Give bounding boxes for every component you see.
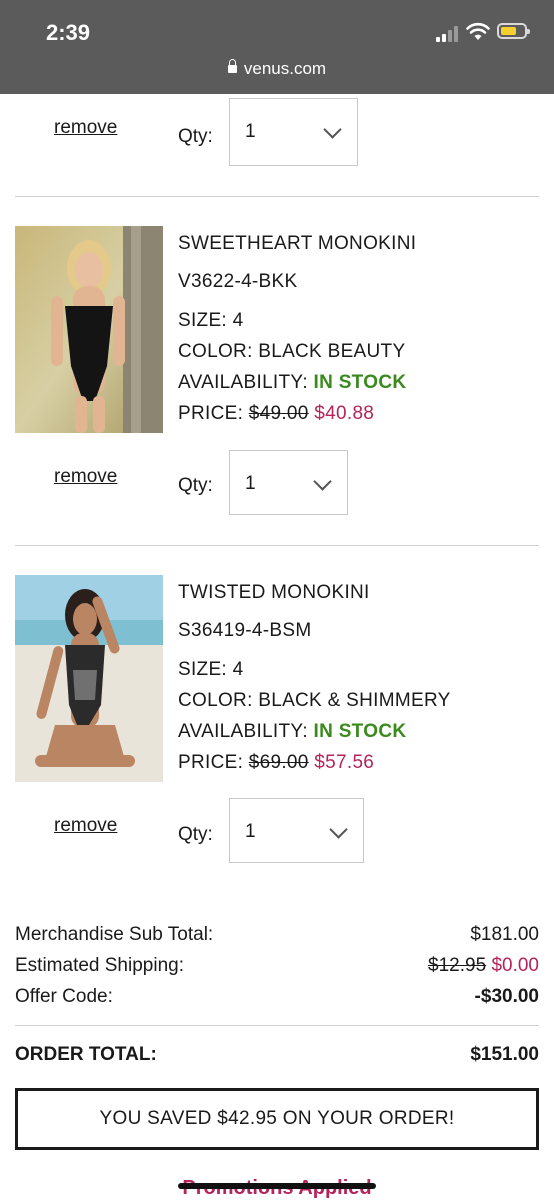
product-size: SIZE: 4	[178, 659, 244, 680]
order-total-row: ORDER TOTAL: $151.00	[15, 1044, 539, 1066]
chevron-down-icon	[329, 820, 348, 839]
product-sku: V3622-4-BKK	[178, 271, 298, 292]
lock-icon	[227, 59, 237, 73]
battery-icon	[497, 23, 530, 39]
product-size: SIZE: 4	[178, 310, 244, 331]
availability-label: AVAILABILITY:	[178, 372, 308, 393]
offer-code-value: -$30.00	[474, 986, 539, 1007]
availability-label: AVAILABILITY:	[178, 721, 308, 742]
offer-code-row: Offer Code: -$30.00	[15, 986, 539, 1008]
subtotal-value: $181.00	[470, 924, 539, 945]
offer-code-label: Offer Code:	[15, 986, 113, 1007]
address-bar[interactable]: venus.com	[0, 59, 554, 79]
wifi-icon	[466, 22, 490, 40]
product-price: PRICE: $69.00 $57.56	[178, 752, 374, 774]
url-text: venus.com	[243, 59, 327, 78]
qty-label: Qty:	[178, 475, 213, 496]
shipping-original: $12.95	[428, 955, 487, 976]
remove-link[interactable]: remove	[54, 117, 117, 139]
remove-link[interactable]: remove	[54, 815, 117, 837]
product-sku: S36419-4-BSM	[178, 620, 312, 641]
product-availability: AVAILABILITY: IN STOCK	[178, 372, 406, 394]
shipping-value: $0.00	[491, 955, 539, 976]
price-sale: $40.88	[314, 403, 375, 424]
qty-value: 1	[245, 121, 256, 142]
divider	[15, 196, 539, 197]
product-price: PRICE: $49.00 $40.88	[178, 403, 374, 425]
product-image[interactable]	[15, 226, 163, 433]
divider	[15, 1025, 539, 1026]
subtotal-row: Merchandise Sub Total: $181.00	[15, 924, 539, 946]
product-name[interactable]: TWISTED MONOKINI	[178, 582, 370, 604]
in-stock-status: IN STOCK	[313, 721, 407, 742]
product-image[interactable]	[15, 575, 163, 782]
in-stock-status: IN STOCK	[313, 372, 407, 393]
qty-label: Qty:	[178, 126, 213, 147]
home-indicator[interactable]	[178, 1183, 376, 1189]
savings-banner: YOU SAVED $42.95 ON YOUR ORDER!	[15, 1088, 539, 1150]
price-label: PRICE:	[178, 752, 244, 773]
price-label: PRICE:	[178, 403, 244, 424]
qty-label: Qty:	[178, 824, 213, 845]
order-total-label: ORDER TOTAL:	[15, 1044, 157, 1065]
qty-select[interactable]: 1	[229, 98, 358, 166]
price-original: $69.00	[248, 752, 309, 773]
price-original: $49.00	[248, 403, 309, 424]
price-sale: $57.56	[314, 752, 375, 773]
qty-value: 1	[245, 473, 256, 494]
clock: 2:39	[46, 20, 91, 45]
shipping-row: Estimated Shipping: $12.95 $0.00	[15, 955, 539, 977]
chevron-down-icon	[313, 472, 332, 491]
product-availability: AVAILABILITY: IN STOCK	[178, 721, 406, 743]
qty-value: 1	[245, 821, 256, 842]
divider	[15, 545, 539, 546]
chevron-down-icon	[323, 120, 342, 139]
shipping-label: Estimated Shipping:	[15, 955, 184, 976]
remove-link[interactable]: remove	[54, 466, 117, 488]
product-name[interactable]: SWEETHEART MONOKINI	[178, 233, 416, 255]
qty-select[interactable]: 1	[229, 450, 348, 515]
cellular-signal-icon	[436, 26, 462, 42]
status-bar: 2:39 venus.com	[0, 0, 554, 94]
product-color: COLOR: BLACK BEAUTY	[178, 341, 406, 362]
order-total-value: $151.00	[470, 1044, 539, 1065]
product-color: COLOR: BLACK & SHIMMERY	[178, 690, 451, 711]
subtotal-label: Merchandise Sub Total:	[15, 924, 214, 945]
qty-select[interactable]: 1	[229, 798, 364, 863]
